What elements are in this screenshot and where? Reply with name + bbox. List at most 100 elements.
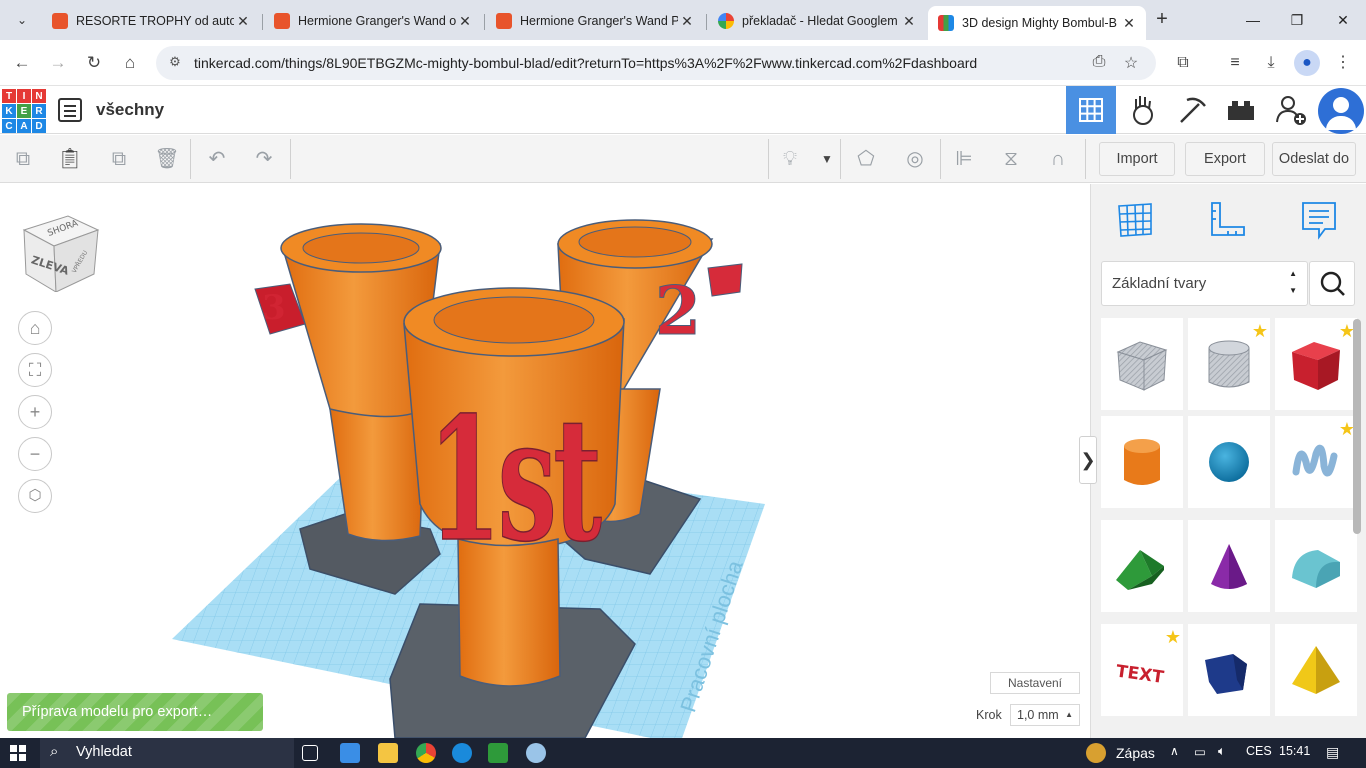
align-icon[interactable]: ⊫ (949, 145, 979, 173)
desktop-app-icon[interactable] (340, 743, 360, 763)
settings-button[interactable]: Nastavení (990, 672, 1080, 694)
shape-cylinder[interactable] (1101, 416, 1183, 508)
ortho-view-icon[interactable]: ⬡ (18, 479, 52, 513)
mirror-icon[interactable]: ⧖ (996, 145, 1026, 173)
user-avatar[interactable] (1318, 88, 1364, 134)
task-view-icon[interactable] (302, 745, 318, 761)
light-bulb-icon[interactable]: 💡︎ (775, 145, 805, 173)
browser-tab-4[interactable]: překladač - Hledat Googlem ✕ (708, 6, 926, 36)
close-icon[interactable]: ✕ (456, 13, 474, 30)
shape-cone[interactable] (1188, 520, 1270, 612)
redo-icon[interactable]: ↷ (249, 145, 279, 173)
back-arrow-icon[interactable]: ← (9, 50, 35, 76)
group-icon[interactable]: ⬠ (851, 145, 881, 173)
design-title[interactable]: všechny (96, 100, 164, 120)
paste-icon[interactable]: 📋︎ (55, 145, 85, 173)
new-tab-button[interactable]: + (1150, 8, 1174, 32)
shape-roof[interactable] (1101, 520, 1183, 612)
copy-icon[interactable]: ⧉ (8, 145, 38, 173)
fit-view-icon[interactable]: ⛶ (18, 353, 52, 387)
tray-chevron-up-icon[interactable]: ∧ (1170, 744, 1179, 758)
undo-icon[interactable]: ↶ (202, 145, 232, 173)
bricks-view-button[interactable] (1168, 86, 1218, 134)
delete-trash-icon[interactable]: 🗑︎ (152, 145, 182, 173)
close-icon[interactable]: ✕ (900, 13, 918, 30)
collapse-panel-chevron-icon[interactable]: ❯ (1079, 436, 1097, 484)
edge-icon[interactable] (452, 743, 472, 763)
workplane-tool-button[interactable] (1111, 196, 1159, 244)
shape-round-roof[interactable] (1275, 520, 1357, 612)
shape-box[interactable]: ★ (1275, 318, 1357, 410)
view-cube[interactable]: SHORA ZLEVA VPŘEDU (20, 208, 100, 293)
address-bar[interactable]: ⚙ tinkercad.com/things/8L90ETBGZMc-might… (156, 46, 1156, 80)
home-icon[interactable]: ⌂ (117, 50, 143, 76)
zoom-out-icon[interactable]: − (18, 437, 52, 471)
panel-scrollbar[interactable] (1353, 319, 1361, 534)
extensions-puzzle-icon[interactable]: ⧉ (1170, 50, 1196, 76)
volume-icon[interactable]: 🔈︎ (1218, 744, 1226, 759)
ungroup-icon[interactable]: ◎ (900, 145, 930, 173)
close-icon[interactable]: ✕ (234, 13, 252, 30)
reload-icon[interactable]: ↻ (81, 50, 107, 76)
export-progress-toast: Příprava modelu pro export… (7, 693, 263, 731)
design-list-icon[interactable] (58, 98, 82, 122)
3d-viewport[interactable]: Pracovní plocha 3 2 1st SHORA ZLEVA VPŘE… (0, 184, 1090, 738)
forward-arrow-icon[interactable]: → (45, 50, 71, 76)
minimize-window-icon[interactable]: — (1238, 8, 1268, 32)
duplicate-icon[interactable]: ⧉ (104, 145, 134, 173)
taskbar-search[interactable]: ⌕ Vyhledat (40, 738, 294, 768)
windows-start-icon[interactable] (10, 745, 26, 761)
install-app-icon[interactable]: ⎙ (1088, 53, 1110, 73)
send-to-button[interactable]: Odeslat do (1272, 142, 1356, 176)
notes-tool-button[interactable] (1295, 196, 1343, 244)
3d-design-view-button[interactable] (1066, 86, 1116, 134)
excel-icon[interactable] (488, 743, 508, 763)
export-button[interactable]: Export (1185, 142, 1265, 176)
home-view-icon[interactable]: ⌂ (18, 311, 52, 345)
media-queue-icon[interactable]: ≡ (1222, 50, 1248, 76)
network-icon[interactable]: ▭ (1194, 744, 1206, 759)
clock[interactable]: 15:41 (1279, 744, 1310, 758)
restore-window-icon[interactable]: ❐ (1282, 8, 1312, 32)
shape-text[interactable]: ★ TEXT (1101, 624, 1183, 716)
browser-tab-2[interactable]: Hermione Granger's Wand o ✕ (264, 6, 482, 36)
browser-tab-5-active[interactable]: 3D design Mighty Bombul-B ✕ (928, 6, 1146, 40)
import-button[interactable]: Import (1099, 142, 1175, 176)
browser-menu-icon[interactable]: ⋮ (1330, 50, 1356, 76)
lego-view-button[interactable] (1216, 86, 1266, 134)
notifications-icon[interactable]: ▤ (1326, 744, 1339, 761)
paint-icon[interactable] (526, 743, 546, 763)
close-icon[interactable]: ✕ (678, 13, 696, 30)
close-window-icon[interactable]: ✕ (1328, 8, 1358, 32)
shape-scribble[interactable]: ★ (1275, 416, 1357, 508)
magnet-cruise-icon[interactable]: ∩ (1043, 145, 1073, 173)
shape-category-select[interactable]: Základní tvary (1101, 261, 1308, 306)
profile-icon[interactable]: ● (1294, 50, 1320, 76)
tinkercad-logo[interactable]: T I N K E R C A D (2, 89, 46, 133)
shape-polygon[interactable] (1188, 624, 1270, 716)
ruler-tool-button[interactable] (1201, 196, 1249, 244)
add-user-button[interactable] (1266, 86, 1316, 134)
shape-box-hole[interactable] (1101, 318, 1183, 410)
zoom-in-icon[interactable]: + (18, 395, 52, 429)
browser-tab-3[interactable]: Hermione Granger's Wand P ✕ (486, 6, 704, 36)
file-explorer-icon[interactable] (378, 743, 398, 763)
browser-tab-1[interactable]: RESORTE TROPHY od autora ✕ (42, 6, 260, 36)
bookmark-star-icon[interactable]: ☆ (1120, 53, 1142, 73)
chrome-icon[interactable] (416, 743, 436, 763)
weather-icon[interactable] (1086, 743, 1106, 763)
shape-sphere[interactable] (1188, 416, 1270, 508)
shape-pyramid[interactable] (1275, 624, 1357, 716)
site-info-icon[interactable]: ⚙ (166, 54, 184, 72)
url-text[interactable]: tinkercad.com/things/8L90ETBGZMc-mighty-… (194, 55, 977, 71)
download-icon[interactable]: ⤓ (1258, 50, 1284, 76)
chevron-down-icon[interactable]: ▼ (812, 145, 842, 173)
step-select[interactable]: 1,0 mm (1010, 704, 1080, 726)
shape-search-button[interactable] (1309, 261, 1355, 306)
close-icon[interactable]: ✕ (1120, 15, 1138, 32)
blocks-view-button[interactable] (1118, 86, 1168, 134)
language-indicator[interactable]: CES (1246, 744, 1272, 758)
tab-search-menu-icon[interactable]: ⌄ (8, 6, 36, 34)
shape-cylinder-hole[interactable]: ★ (1188, 318, 1270, 410)
weather-text[interactable]: Zápas (1116, 745, 1155, 761)
